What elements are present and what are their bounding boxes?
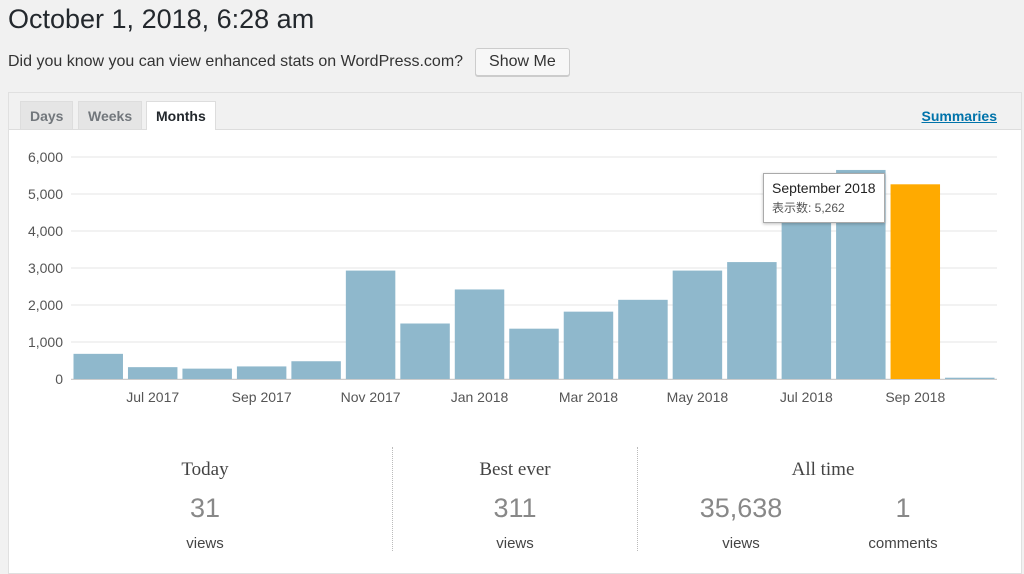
tooltip-value: 表示数: 5,262: [772, 201, 845, 215]
summaries-link[interactable]: Summaries: [922, 108, 997, 124]
stat-all-time: All time 35,638 views 1 comments: [637, 449, 1009, 553]
stats-panel: Days Weeks Months Summaries 0 1,000 2,000 3…: [8, 92, 1022, 574]
stat-all-time-heading: All time: [791, 459, 855, 480]
stat-all-time-comments-value: 1: [895, 493, 911, 523]
x-tick-label: Sep 2017: [232, 389, 292, 405]
chart-bar[interactable]: [781, 216, 832, 379]
promo-text: Did you know you can view enhanced stats…: [8, 53, 464, 70]
chart-bar[interactable]: [454, 289, 505, 379]
chart-tooltip: September 2018 表示数: 5,262: [763, 173, 885, 223]
x-tick-label: Nov 2017: [341, 389, 401, 405]
chart-bar[interactable]: [400, 323, 450, 380]
stats-summary: Today 31 views Best ever 311 views All t…: [9, 441, 1021, 561]
chart-bar[interactable]: [345, 270, 396, 379]
chart-bar[interactable]: [563, 311, 614, 379]
stat-today-label: views: [186, 535, 224, 552]
y-tick-label: 1,000: [28, 334, 63, 350]
chart-bar[interactable]: [672, 270, 723, 379]
chart-bar[interactable]: [182, 368, 232, 379]
chart-bar[interactable]: [945, 377, 995, 379]
y-tick-label: 6,000: [28, 149, 63, 165]
tab-months[interactable]: Months: [146, 101, 216, 130]
period-tabs: Days Weeks Months Summaries: [9, 93, 1021, 130]
chart-bar[interactable]: [236, 366, 287, 379]
stat-today-heading: Today: [181, 459, 229, 480]
tab-weeks[interactable]: Weeks: [78, 101, 143, 129]
y-tick-label: 3,000: [28, 260, 63, 276]
y-tick-label: 4,000: [28, 223, 63, 239]
chart-bar[interactable]: [618, 299, 668, 379]
chart-bar[interactable]: [127, 367, 178, 379]
x-tick-label: Jan 2018: [451, 389, 509, 405]
x-tick-label: Sep 2018: [885, 389, 945, 405]
stat-today: Today 31 views: [9, 449, 401, 553]
tooltip-title: September 2018: [772, 180, 876, 196]
stats-promo: Did you know you can view enhanced stats…: [8, 48, 570, 76]
chart-bar[interactable]: [291, 361, 341, 379]
y-tick-label: 0: [55, 371, 63, 387]
x-tick-label: Jul 2017: [126, 389, 179, 405]
stat-best-ever: Best ever 311 views: [392, 449, 638, 553]
chart-bar[interactable]: [727, 262, 777, 379]
chart-bar[interactable]: [73, 353, 123, 379]
y-tick-label: 2,000: [28, 297, 63, 313]
y-tick-label: 5,000: [28, 186, 63, 202]
chart-bar[interactable]: [890, 184, 941, 379]
x-tick-label: Mar 2018: [559, 389, 618, 405]
stat-best-label: views: [496, 535, 534, 552]
stat-all-time-views-value: 35,638: [699, 493, 783, 523]
stat-best-heading: Best ever: [479, 459, 551, 480]
stat-best-value: 311: [493, 493, 537, 523]
stat-all-time-comments-label: comments: [868, 535, 938, 552]
show-me-button[interactable]: Show Me: [475, 48, 570, 76]
x-tick-label: May 2018: [667, 389, 729, 405]
stat-all-time-views-label: views: [722, 535, 760, 552]
page-title: October 1, 2018, 6:28 am: [8, 4, 315, 34]
tab-days[interactable]: Days: [20, 101, 74, 129]
chart-bar[interactable]: [509, 328, 559, 379]
stat-today-value: 31: [189, 493, 221, 523]
x-tick-label: Jul 2018: [780, 389, 833, 405]
